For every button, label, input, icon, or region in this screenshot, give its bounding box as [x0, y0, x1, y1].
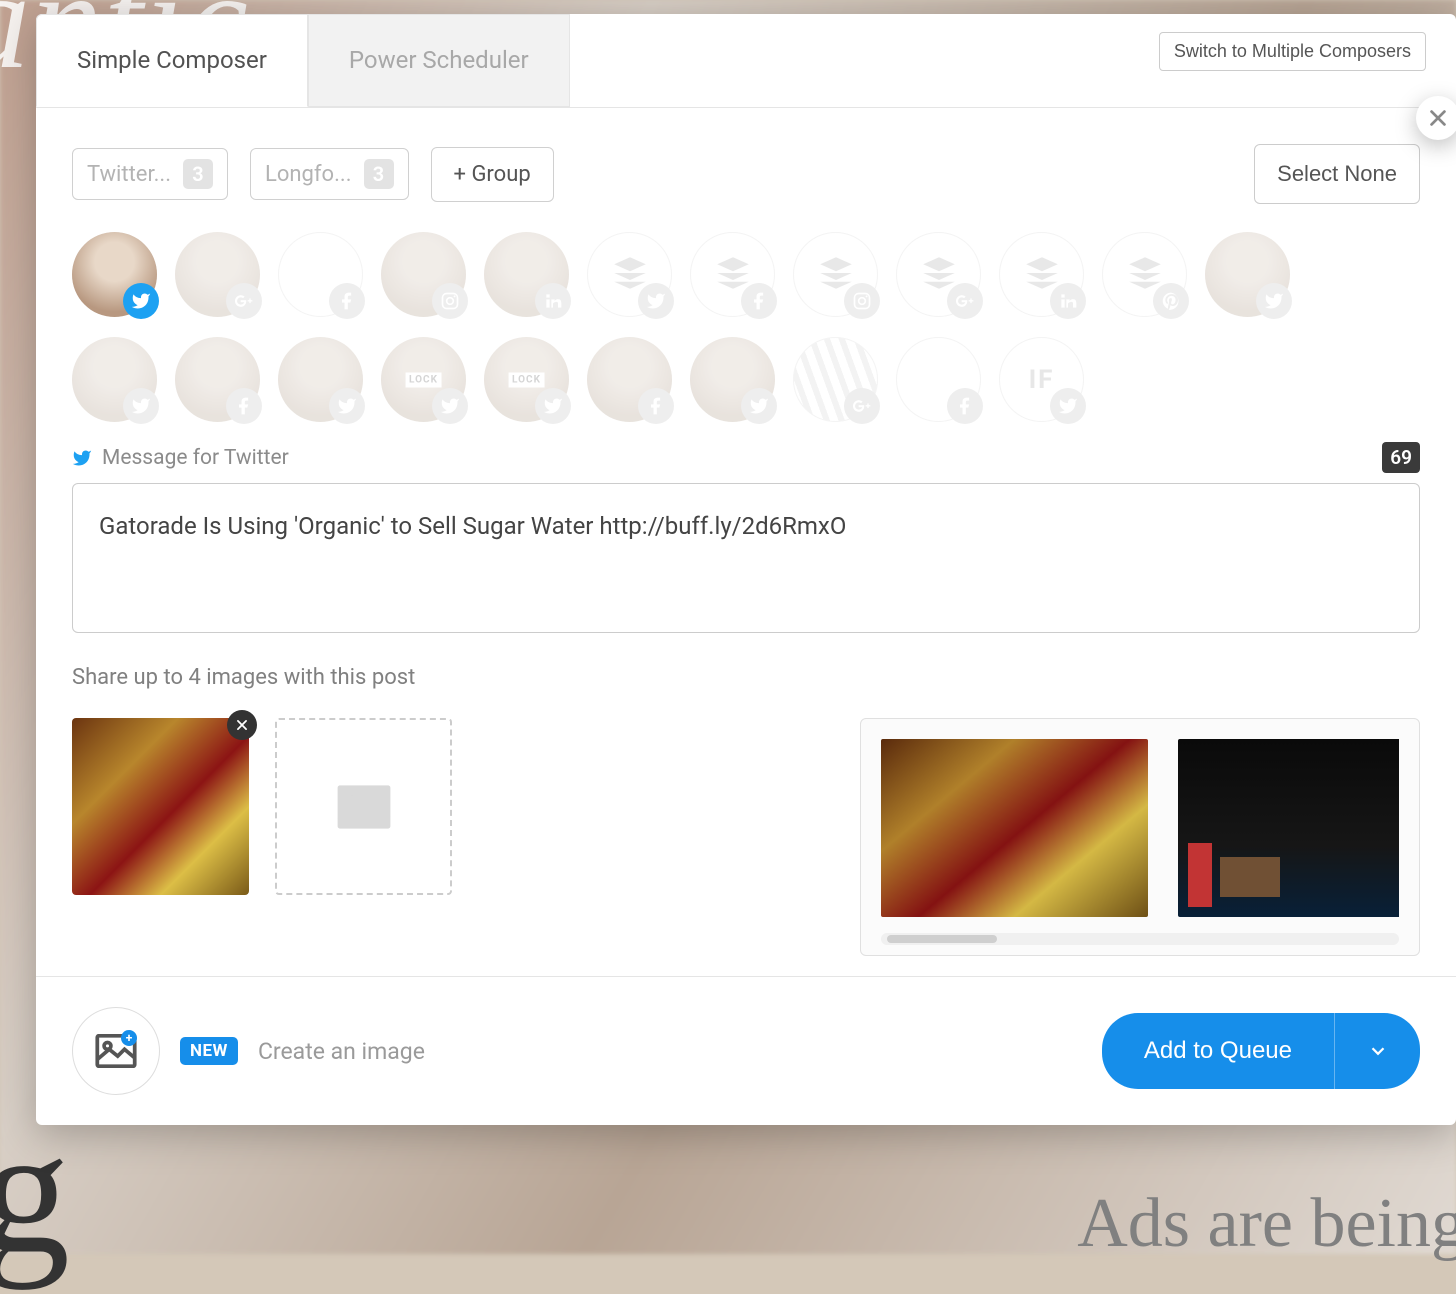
composer-content: Twitter... 3 Longfo... 3 + Group Select …: [36, 107, 1456, 956]
remove-image-button[interactable]: [227, 710, 257, 740]
switch-multiple-composers-button[interactable]: Switch to Multiple Composers: [1159, 32, 1426, 71]
profile-avatar-facebook[interactable]: [278, 232, 363, 317]
facebook-icon: [947, 388, 983, 424]
profile-avatar-twitter[interactable]: [1205, 232, 1290, 317]
share-images-hint: Share up to 4 images with this post: [72, 665, 1420, 690]
twitter-icon: [329, 388, 365, 424]
group-selector-row: Twitter... 3 Longfo... 3 + Group Select …: [72, 144, 1420, 204]
profile-avatar-googleplus[interactable]: [793, 337, 878, 422]
profile-avatar-twitter[interactable]: LOCK: [381, 337, 466, 422]
tabs-row: Simple Composer Power Scheduler Switch t…: [36, 14, 1456, 107]
profile-avatars-row-2: LOCK LOCK IF: [72, 337, 1420, 422]
avatar-text-label: IF: [1029, 365, 1055, 395]
composer-footer: + NEW Create an image Add to Queue: [36, 976, 1456, 1125]
images-row: [72, 718, 1420, 956]
profile-avatar-twitter[interactable]: IF: [999, 337, 1084, 422]
profile-avatar-twitter[interactable]: [690, 337, 775, 422]
close-button[interactable]: [1416, 96, 1456, 140]
facebook-icon: [741, 283, 777, 319]
group-pill-label: Twitter...: [87, 162, 171, 187]
tab-simple-composer[interactable]: Simple Composer: [36, 14, 308, 107]
twitter-icon: [123, 388, 159, 424]
linkedin-icon: [1050, 283, 1086, 319]
add-image-placeholder[interactable]: [275, 718, 452, 895]
select-none-button[interactable]: Select None: [1254, 144, 1420, 204]
pinterest-icon: [1153, 283, 1189, 319]
attached-image-1[interactable]: [72, 718, 249, 895]
twitter-icon: [123, 283, 159, 319]
suggested-image-1[interactable]: [881, 739, 1148, 917]
close-icon: [1427, 107, 1449, 129]
message-textarea[interactable]: [72, 483, 1420, 633]
twitter-icon: [72, 448, 92, 468]
plus-badge-icon: +: [121, 1030, 137, 1046]
group-pill-label: Longfo...: [265, 162, 352, 187]
twitter-icon: [1050, 388, 1086, 424]
twitter-icon: [741, 388, 777, 424]
suggestions-scrollbar[interactable]: [881, 933, 1399, 945]
profile-avatar-instagram[interactable]: [381, 232, 466, 317]
profile-avatar-instagram[interactable]: [793, 232, 878, 317]
profile-avatar-facebook[interactable]: [896, 337, 981, 422]
facebook-icon: [329, 283, 365, 319]
scrollbar-handle[interactable]: [887, 935, 997, 943]
new-badge: NEW: [180, 1037, 238, 1065]
locked-badge: LOCK: [405, 372, 442, 387]
profile-avatar-twitter[interactable]: [278, 337, 363, 422]
group-pill-twitter[interactable]: Twitter... 3: [72, 148, 228, 200]
create-image-link[interactable]: Create an image: [258, 1038, 425, 1065]
profile-avatars-row-1: [72, 232, 1420, 317]
googleplus-icon: [844, 388, 880, 424]
profile-avatar-twitter[interactable]: [72, 232, 157, 317]
suggested-image-2[interactable]: [1178, 739, 1399, 917]
twitter-icon: [638, 283, 674, 319]
profile-avatar-twitter[interactable]: [72, 337, 157, 422]
message-network-label: Message for Twitter: [102, 446, 289, 470]
message-header: Message for Twitter 69: [72, 442, 1420, 473]
profile-avatar-facebook[interactable]: [587, 337, 672, 422]
facebook-icon: [638, 388, 674, 424]
profile-avatar-facebook[interactable]: [690, 232, 775, 317]
twitter-icon: [535, 388, 571, 424]
linkedin-icon: [535, 283, 571, 319]
group-pill-count: 3: [364, 159, 394, 189]
googleplus-icon: [947, 283, 983, 319]
profile-avatar-facebook[interactable]: [175, 337, 260, 422]
chevron-down-icon: [1367, 1040, 1389, 1062]
add-to-queue-button[interactable]: Add to Queue: [1102, 1013, 1334, 1089]
profile-avatar-linkedin[interactable]: [484, 232, 569, 317]
queue-dropdown-toggle[interactable]: [1334, 1013, 1420, 1089]
profile-avatar-twitter[interactable]: LOCK: [484, 337, 569, 422]
group-pill-longform[interactable]: Longfo... 3: [250, 148, 409, 200]
profile-avatar-googleplus[interactable]: [896, 232, 981, 317]
image-suggestions-panel: [860, 718, 1420, 956]
facebook-icon: [226, 388, 262, 424]
image-placeholder-icon: [334, 783, 394, 831]
group-pill-count: 3: [183, 159, 213, 189]
twitter-icon: [1256, 283, 1292, 319]
tab-power-scheduler[interactable]: Power Scheduler: [308, 14, 570, 107]
character-count: 69: [1382, 442, 1420, 473]
composer-modal: Simple Composer Power Scheduler Switch t…: [36, 14, 1456, 1125]
instagram-icon: [844, 283, 880, 319]
add-group-button[interactable]: + Group: [431, 147, 554, 202]
background-text-fragment-right: Ads are being: [1077, 1184, 1456, 1264]
profile-avatar-linkedin[interactable]: [999, 232, 1084, 317]
locked-badge: LOCK: [508, 372, 545, 387]
twitter-icon: [432, 388, 468, 424]
profile-avatar-googleplus[interactable]: [175, 232, 260, 317]
instagram-icon: [432, 283, 468, 319]
remove-icon: [235, 718, 249, 732]
create-image-icon-button[interactable]: +: [72, 1007, 160, 1095]
googleplus-icon: [226, 283, 262, 319]
profile-avatar-pinterest[interactable]: [1102, 232, 1187, 317]
profile-avatar-twitter[interactable]: [587, 232, 672, 317]
